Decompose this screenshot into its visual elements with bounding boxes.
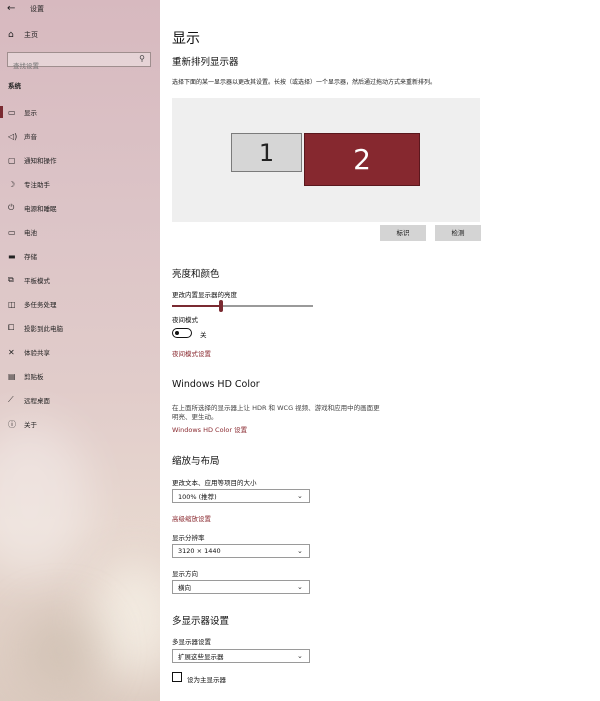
sidebar-item-multitasking[interactable]: ◫ 多任务处理 <box>0 292 160 316</box>
monitor-1-tile[interactable]: 1 <box>231 133 302 172</box>
info-icon: ⓘ <box>8 419 16 429</box>
storage-icon: ▬ <box>8 251 16 261</box>
night-light-settings-link[interactable]: 夜间模式设置 <box>172 348 211 358</box>
sidebar-item-shared-experiences[interactable]: ✕ 体验共享 <box>0 340 160 364</box>
sidebar-item-projecting[interactable]: ⧠ 投影到此电脑 <box>0 316 160 340</box>
search-input[interactable] <box>8 59 133 73</box>
sidebar-item-clipboard[interactable]: ▤ 剪贴板 <box>0 364 160 388</box>
section-label-system: 系统 <box>8 82 21 90</box>
sidebar-item-tablet-mode[interactable]: ⧉ 平板模式 <box>0 268 160 292</box>
sidebar-item-label: 平板模式 <box>24 277 50 285</box>
sidebar-item-label: 存储 <box>24 253 37 261</box>
hd-color-settings-link[interactable]: Windows HD Color 设置 <box>172 424 247 434</box>
sidebar-item-label: 关于 <box>24 421 37 429</box>
sidebar-item-label: 剪贴板 <box>24 373 44 381</box>
sidebar-nav: ▭ 显示 ◁) 声音 ▢ 通知和操作 ☽ 专注助手 ⏻ 电源和睡眠 ▭ 电池 ▬… <box>0 100 160 436</box>
remote-icon: ⟋ <box>8 395 14 404</box>
sidebar-item-label: 声音 <box>24 133 37 141</box>
sidebar-item-label: 体验共享 <box>24 349 50 357</box>
sidebar-item-battery[interactable]: ▭ 电池 <box>0 220 160 244</box>
search-icon[interactable]: ⚲ <box>139 54 145 63</box>
sidebar-item-focus-assist[interactable]: ☽ 专注助手 <box>0 172 160 196</box>
home-label: 主页 <box>24 31 38 39</box>
monitor-arrangement-area: 1 2 <box>172 98 480 222</box>
moon-icon: ☽ <box>8 179 16 189</box>
home-icon: ⌂ <box>8 30 14 40</box>
sidebar-item-label: 专注助手 <box>24 181 50 189</box>
identify-button[interactable]: 标识 <box>380 225 426 241</box>
home-link[interactable]: ⌂ 主页 <box>8 30 38 40</box>
clipboard-icon: ▤ <box>8 371 16 381</box>
back-arrow-icon[interactable]: ← <box>7 3 15 14</box>
brightness-slider-fill <box>172 305 222 307</box>
sidebar-item-sound[interactable]: ◁) 声音 <box>0 124 160 148</box>
scale-dropdown-value: 100% (推荐) <box>178 493 217 501</box>
sidebar-item-display[interactable]: ▭ 显示 <box>0 100 160 124</box>
speaker-icon: ◁) <box>8 131 18 141</box>
monitor-2-tile[interactable]: 2 <box>304 133 420 186</box>
sidebar: ← 设置 ⌂ 主页 ⚲ 系统 ▭ 显示 ◁) 声音 ▢ 通知和操作 ☽ 专注助手… <box>0 0 160 701</box>
advanced-scaling-link[interactable]: 高级缩放设置 <box>172 513 211 523</box>
message-icon: ▢ <box>8 155 16 165</box>
chevron-down-icon: ⌄ <box>297 652 303 660</box>
sidebar-item-label: 电池 <box>24 229 37 237</box>
brightness-label: 更改内置显示器的亮度 <box>172 291 237 299</box>
hd-color-description-2: 明亮、更生动。 <box>172 413 218 421</box>
toggle-knob <box>175 330 179 335</box>
multi-display-section-title: 多显示器设置 <box>172 616 230 627</box>
hd-color-section-title: Windows HD Color <box>172 379 260 390</box>
sidebar-item-notifications[interactable]: ▢ 通知和操作 <box>0 148 160 172</box>
rearrange-title: 重新排列显示器 <box>172 57 239 68</box>
chevron-down-icon: ⌄ <box>297 583 303 591</box>
multi-display-dropdown-value: 扩展这些显示器 <box>178 653 224 661</box>
brightness-slider-thumb[interactable] <box>219 300 224 312</box>
resolution-dropdown[interactable]: 3120 × 1440 ⌄ <box>172 544 310 558</box>
resolution-dropdown-value: 3120 × 1440 <box>178 547 221 555</box>
multitask-icon: ◫ <box>8 299 16 309</box>
sidebar-item-power[interactable]: ⏻ 电源和睡眠 <box>0 196 160 220</box>
app-title: 设置 <box>30 5 44 13</box>
project-icon: ⧠ <box>8 323 15 332</box>
detect-button[interactable]: 检测 <box>435 225 481 241</box>
sidebar-item-label: 通知和操作 <box>24 157 57 165</box>
tablet-icon: ⧉ <box>8 275 14 284</box>
orientation-label: 显示方向 <box>172 570 198 578</box>
primary-display-checkbox[interactable] <box>172 672 182 682</box>
chevron-down-icon: ⌄ <box>297 492 303 500</box>
primary-display-checkbox-label: 设为主显示器 <box>187 676 226 684</box>
power-icon: ⏻ <box>8 203 15 212</box>
rearrange-description: 选择下面的某一显示器以更改其设置。长按（或选择）一个显示器，然后通过拖动方式来重… <box>172 79 437 86</box>
sidebar-item-label: 显示 <box>24 109 37 117</box>
page-title: 显示 <box>172 31 200 47</box>
scale-section-title: 缩放与布局 <box>172 456 220 467</box>
sidebar-item-about[interactable]: ⓘ 关于 <box>0 412 160 436</box>
main-content: 显示 重新排列显示器 选择下面的某一显示器以更改其设置。长按（或选择）一个显示器… <box>160 0 600 701</box>
sidebar-item-remote-desktop[interactable]: ⟋ 远程桌面 <box>0 388 160 412</box>
title-bar: ← 设置 <box>0 0 160 20</box>
sidebar-item-label: 远程桌面 <box>24 397 50 405</box>
scale-dropdown[interactable]: 100% (推荐) ⌄ <box>172 489 310 503</box>
orientation-dropdown-value: 横向 <box>178 584 191 592</box>
multi-display-label: 多显示器设置 <box>172 638 211 646</box>
multi-display-dropdown[interactable]: 扩展这些显示器 ⌄ <box>172 649 310 663</box>
share-icon: ✕ <box>8 347 15 357</box>
orientation-dropdown[interactable]: 横向 ⌄ <box>172 580 310 594</box>
sidebar-item-storage[interactable]: ▬ 存储 <box>0 244 160 268</box>
battery-icon: ▭ <box>8 227 16 237</box>
night-light-label: 夜间模式 <box>172 316 198 324</box>
scale-label: 更改文本、应用等项目的大小 <box>172 479 257 487</box>
night-light-state: 关 <box>200 331 207 339</box>
search-box[interactable]: ⚲ <box>7 52 151 73</box>
resolution-label: 显示分辨率 <box>172 534 205 542</box>
sidebar-item-label: 多任务处理 <box>24 301 57 309</box>
brightness-section-title: 亮度和颜色 <box>172 269 220 280</box>
night-light-toggle[interactable] <box>172 328 192 338</box>
sidebar-item-label: 电源和睡眠 <box>24 205 57 213</box>
monitor-icon: ▭ <box>8 107 16 117</box>
chevron-down-icon: ⌄ <box>297 547 303 555</box>
sidebar-item-label: 投影到此电脑 <box>24 325 63 333</box>
